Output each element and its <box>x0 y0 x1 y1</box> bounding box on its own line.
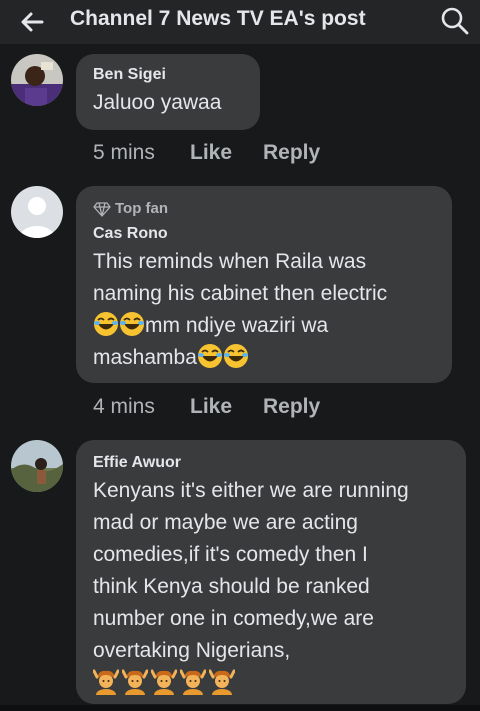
laughing-emoji-icon <box>197 344 222 368</box>
diamond-icon <box>93 201 111 217</box>
comment-author[interactable]: Cas Rono <box>93 225 168 243</box>
top-fan-badge: Top fan <box>93 200 168 217</box>
page-title: Channel 7 News TV EA's post <box>70 7 366 30</box>
comment-text-line: mashamba <box>93 342 249 374</box>
comment-author[interactable]: Ben Sigei <box>93 66 166 84</box>
bottom-divider <box>0 705 480 711</box>
person-gesturing-emoji-icon <box>151 669 177 695</box>
comment-time: 5 mins <box>93 141 155 164</box>
avatar[interactable] <box>11 440 63 492</box>
like-button[interactable]: Like <box>190 141 232 165</box>
comment-text-fragment: mm ndiye waziri wa <box>145 314 329 337</box>
comment-text-line: comedies,if it's comedy then I <box>93 543 368 566</box>
comment-time: 4 mins <box>93 395 155 418</box>
search-button[interactable] <box>438 4 472 38</box>
comment-text-line: naming his cabinet then electric <box>93 282 388 305</box>
comment-text-line: This reminds when Raila was <box>93 250 367 273</box>
person-gesturing-emoji-icon <box>122 669 148 695</box>
laughing-emoji-icon <box>94 312 118 336</box>
laughing-emoji-icon <box>223 344 248 368</box>
avatar[interactable] <box>11 54 63 106</box>
comment-text-line: think Kenya should be ranked <box>93 575 370 598</box>
comment-text-fragment: mashamba <box>93 346 197 369</box>
avatar[interactable] <box>11 186 63 238</box>
comment-text-line: mm ndiye waziri wa <box>93 310 328 342</box>
comment-text-line: number one in comedy,we are <box>93 607 374 630</box>
person-gesturing-emoji-icon <box>93 669 119 695</box>
comment-text-line: mad or maybe we are acting <box>93 511 358 534</box>
reply-button[interactable]: Reply <box>263 141 320 165</box>
laughing-emoji-icon <box>120 312 144 336</box>
comment-text-line: overtaking Nigerians, <box>93 639 291 662</box>
reply-button[interactable]: Reply <box>263 395 320 419</box>
top-fan-label: Top fan <box>115 200 169 217</box>
top-bar: Channel 7 News TV EA's post <box>0 0 480 44</box>
comment-text-line: Kenyans it's either we are running <box>93 479 409 502</box>
search-icon <box>441 7 469 35</box>
back-button[interactable] <box>16 6 48 38</box>
arrow-left-icon <box>21 12 44 32</box>
comment-author[interactable]: Effie Awuor <box>93 454 181 472</box>
emoji-row <box>93 669 235 695</box>
person-gesturing-emoji-icon <box>180 669 206 695</box>
person-gesturing-emoji-icon <box>209 669 235 695</box>
comment-text: Jaluoo yawaa <box>93 91 222 114</box>
like-button[interactable]: Like <box>190 395 232 419</box>
